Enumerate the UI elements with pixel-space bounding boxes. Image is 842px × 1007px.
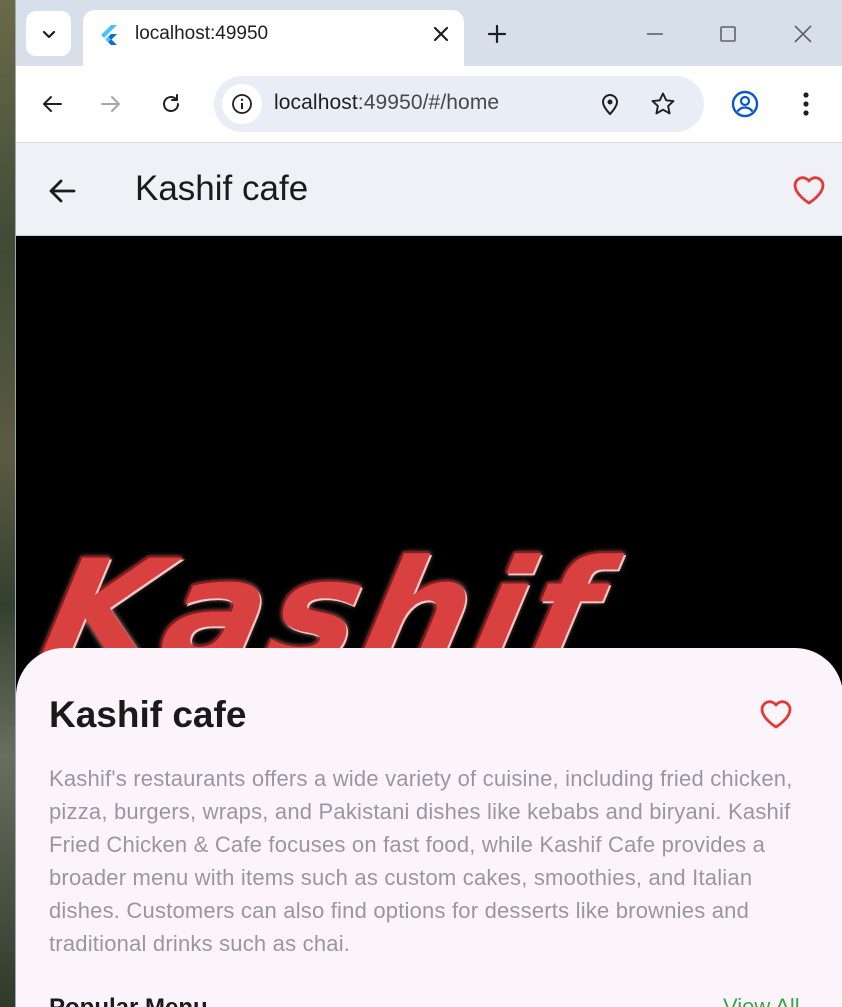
- minimize-button[interactable]: [640, 20, 670, 48]
- more-vertical-icon: [803, 92, 809, 116]
- app-back-button[interactable]: [44, 173, 80, 209]
- flutter-icon: [101, 25, 117, 45]
- tab-search-button[interactable]: [26, 11, 71, 56]
- arrow-left-icon: [49, 179, 76, 203]
- maximize-icon: [720, 26, 736, 42]
- plus-icon: [487, 24, 507, 44]
- site-info-button[interactable]: [222, 84, 262, 124]
- app-bar-title: Kashif cafe: [135, 169, 309, 208]
- tab-close-button[interactable]: [429, 22, 453, 46]
- browser-window: localhost:49950 localhost:49950/#/home K…: [15, 0, 842, 1007]
- browser-toolbar: localhost:49950/#/home: [16, 66, 842, 143]
- arrow-left-icon: [43, 96, 62, 112]
- reload-button[interactable]: [155, 88, 187, 120]
- restaurant-hero-image: Kashif: [16, 236, 842, 716]
- app-bar: Kashif cafe: [16, 143, 842, 236]
- tab-title: localhost:49950: [135, 23, 269, 44]
- heart-outline-icon: [760, 700, 792, 729]
- location-pin-icon: [601, 94, 619, 116]
- profile-button[interactable]: [729, 88, 761, 120]
- tab-strip: localhost:49950: [16, 0, 842, 66]
- info-icon: [232, 94, 252, 114]
- star-icon: [651, 92, 675, 115]
- desktop-background: [0, 0, 16, 1007]
- url-text[interactable]: localhost:49950/#/home: [274, 91, 499, 115]
- arrow-right-icon: [101, 96, 120, 112]
- close-icon: [433, 26, 449, 42]
- restaurant-description: Kashif's restaurants offers a wide varie…: [49, 766, 793, 956]
- url-path: :49950/#/home: [357, 91, 500, 114]
- url-host: localhost: [274, 91, 358, 114]
- forward-button[interactable]: [95, 88, 127, 120]
- popular-menu-heading: Popular Menu: [49, 994, 208, 1007]
- maximize-button[interactable]: [713, 20, 743, 48]
- app-bar-favorite-button[interactable]: [790, 171, 828, 209]
- details-sheet: Kashif cafe Kashif's restaurants offers …: [16, 648, 842, 1007]
- profile-icon: [731, 90, 759, 118]
- back-button[interactable]: [36, 88, 68, 120]
- chevron-down-icon: [42, 30, 55, 38]
- location-button[interactable]: [596, 90, 624, 118]
- close-window-button[interactable]: [788, 20, 818, 48]
- heart-outline-icon: [793, 176, 825, 205]
- favorite-button[interactable]: [756, 694, 796, 734]
- address-bar[interactable]: localhost:49950/#/home: [214, 76, 704, 132]
- active-tab[interactable]: localhost:49950: [83, 10, 464, 66]
- restaurant-name: Kashif cafe: [49, 694, 247, 735]
- minimize-icon: [647, 33, 663, 35]
- close-icon: [794, 25, 812, 43]
- new-tab-button[interactable]: [483, 20, 511, 48]
- bookmark-button[interactable]: [649, 90, 677, 118]
- menu-button[interactable]: [790, 88, 822, 120]
- reload-icon: [163, 94, 179, 112]
- view-all-link[interactable]: View All: [723, 994, 800, 1007]
